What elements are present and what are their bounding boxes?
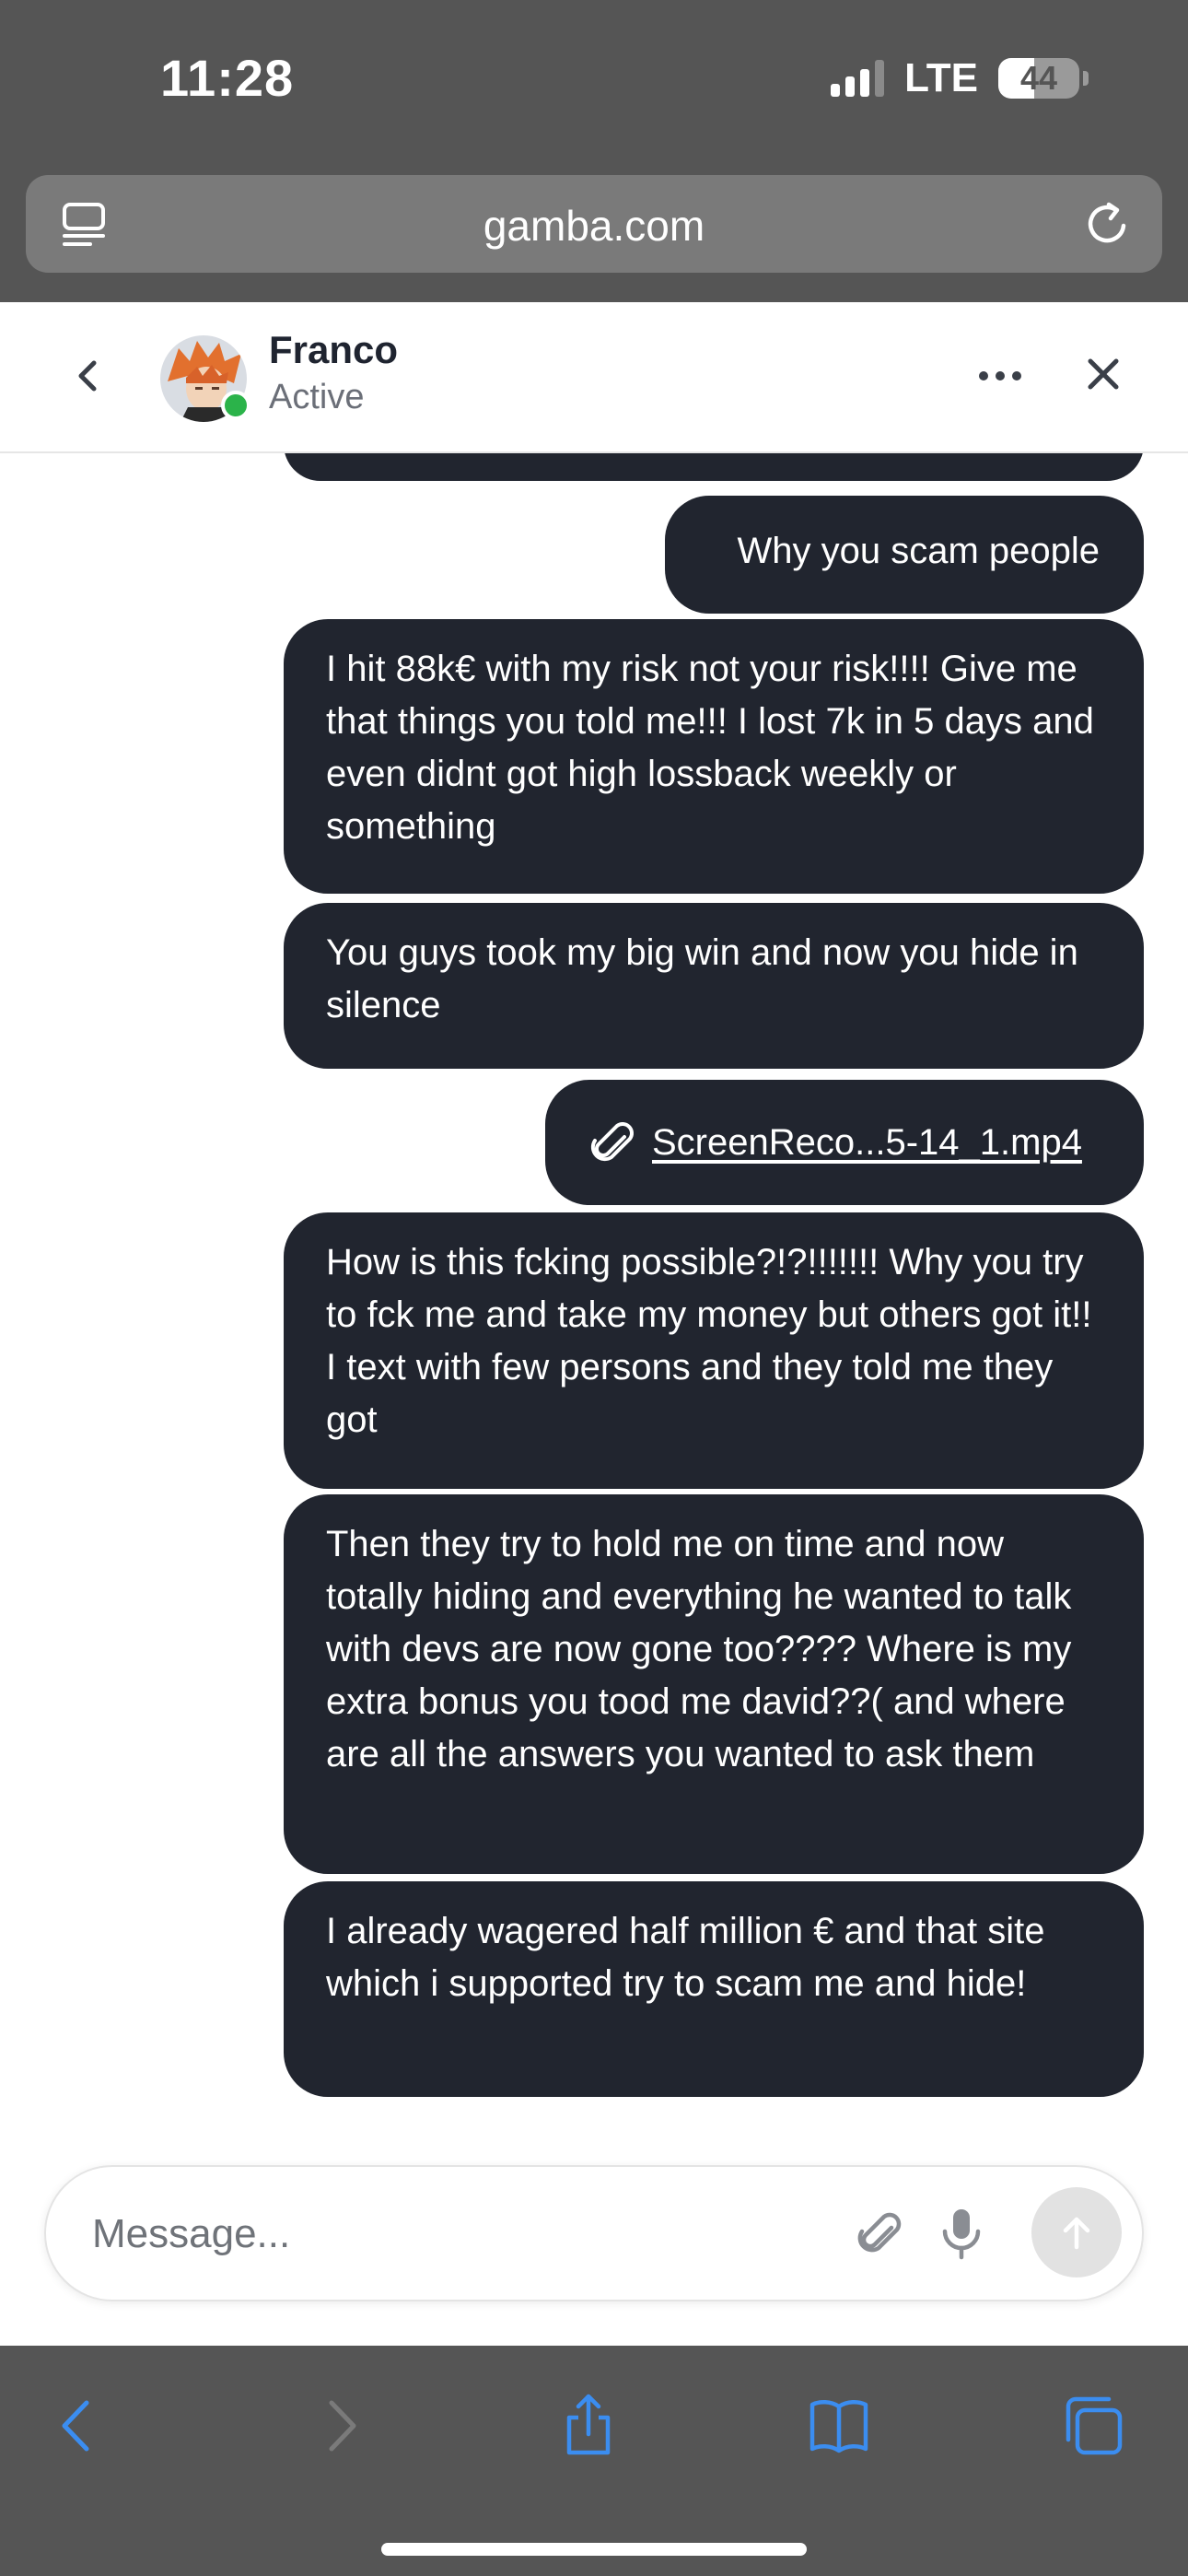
message-bubble: Why you scam people [665, 496, 1144, 614]
message-bubble: I already wagered half million € and tha… [284, 1881, 1144, 2097]
battery-cap [1083, 71, 1089, 86]
online-status-indicator [221, 391, 250, 420]
browser-toolbar [0, 2346, 1188, 2576]
send-button[interactable] [1031, 2187, 1122, 2277]
tabs-icon[interactable] [1061, 2394, 1125, 2458]
cellular-signal-icon [831, 60, 885, 97]
message-input[interactable] [90, 2200, 812, 2268]
attachment-link[interactable]: ScreenReco...5-14_1.mp4 [588, 1117, 1100, 1169]
home-indicator[interactable] [381, 2543, 807, 2556]
message-bubble: How is this fcking possible?!?!!!!!!! Wh… [284, 1212, 1144, 1489]
chevron-left-icon[interactable] [66, 350, 111, 402]
message-text: Then they try to hold me on time and now… [326, 1524, 1072, 1774]
message-list: Why you scam people I hit 88k€ with my r… [0, 453, 1188, 2137]
battery-percent: 44 [1019, 59, 1058, 97]
arrow-up-icon [1063, 2217, 1090, 2250]
more-options-icon[interactable] [978, 369, 1022, 383]
share-icon[interactable] [556, 2394, 621, 2458]
status-time: 11:28 [160, 49, 295, 107]
url-text[interactable]: gamba.com [26, 201, 1162, 251]
composer [0, 2137, 1188, 2346]
address-bar[interactable]: gamba.com [26, 175, 1162, 273]
status-indicators: LTE 44 [831, 55, 1089, 101]
message-text: You guys took my big win and now you hid… [326, 932, 1078, 1025]
message-text: I hit 88k€ with my risk not your risk!!!… [326, 649, 1094, 847]
back-icon[interactable] [46, 2394, 111, 2458]
chat-header: Franco Active [0, 302, 1188, 453]
microphone-icon[interactable] [936, 2206, 987, 2263]
message-text: Why you scam people [737, 531, 1100, 571]
paperclip-icon [590, 1121, 634, 1161]
forward-icon[interactable] [308, 2394, 372, 2458]
message-bubble: I hit 88k€ with my risk not your risk!!!… [284, 619, 1144, 894]
close-icon[interactable] [1085, 356, 1122, 392]
message-input-container[interactable] [44, 2165, 1144, 2301]
message-bubble: You guys took my big win and now you hid… [284, 903, 1144, 1069]
reload-icon[interactable] [1081, 197, 1135, 251]
message-text: I already wagered half million € and tha… [326, 1911, 1045, 2004]
battery-indicator: 44 [998, 58, 1089, 99]
screen: 11:28 LTE 44 gamba.com Franco Active Why… [0, 0, 1188, 2576]
contact-status: Active [269, 378, 365, 416]
attachment-filename[interactable]: ScreenReco...5-14_1.mp4 [652, 1117, 1082, 1169]
contact-name: Franco [269, 328, 399, 371]
avatar [160, 335, 250, 422]
battery-icon: 44 [998, 58, 1079, 99]
browser-top-chrome: 11:28 LTE 44 gamba.com [0, 0, 1188, 302]
message-bubble [284, 453, 1144, 481]
attachment-bubble[interactable]: ScreenReco...5-14_1.mp4 [545, 1080, 1144, 1205]
bookmarks-icon[interactable] [807, 2394, 871, 2458]
paperclip-icon[interactable] [853, 2209, 904, 2261]
network-type: LTE [904, 55, 978, 100]
message-bubble: Then they try to hold me on time and now… [284, 1494, 1144, 1874]
message-text: How is this fcking possible?!?!!!!!!! Wh… [326, 1242, 1092, 1440]
